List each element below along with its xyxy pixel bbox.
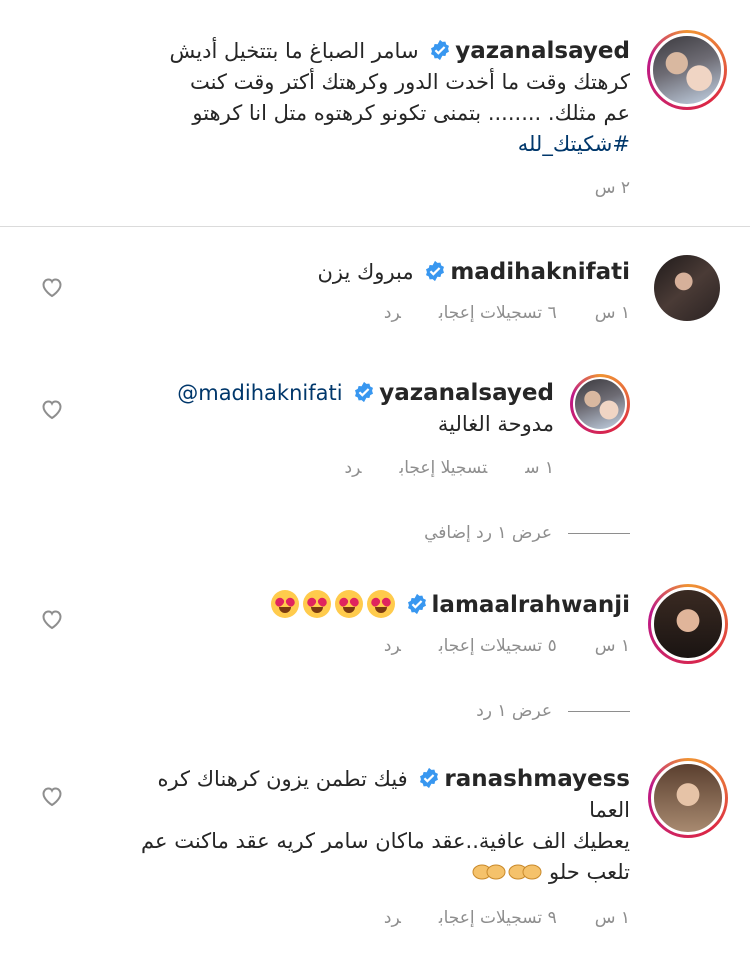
verified-badge-icon [426,260,445,282]
comment-body: ranashmayess فيك تطمن يزون كرهناك كره ال… [70,764,630,888]
heart-eyes-emoji-icon [366,590,395,618]
comment-text: فيك تطمن يزون كرهناك كره [157,767,408,791]
heart-eyes-emoji-icon [270,590,299,618]
avatar[interactable] [648,584,728,664]
reply-button[interactable]: رد [384,636,401,656]
reply-button[interactable]: رد [384,303,401,323]
username[interactable]: yazanalsayed [379,380,554,406]
comment-meta: ١ س تسجيلا إعجاب رد [307,458,554,478]
avatar[interactable] [648,758,728,838]
view-replies-label: عرض ١ رد [476,701,552,721]
caption-text: yazanalsayed سامر الصباغ ما بتتخيل أديش … [110,36,630,160]
username[interactable]: yazanalsayed [455,38,630,64]
post-caption: yazanalsayed سامر الصباغ ما بتتخيل أديش … [0,0,750,226]
avatar[interactable] [654,255,720,321]
heart-icon[interactable] [40,398,64,420]
comment-text: مبروك يزن [317,260,414,284]
clapping-hands-emoji-icon [472,864,506,880]
divider-line [568,710,630,712]
view-replies-button[interactable]: عرض ١ رد [476,701,630,721]
heart-icon[interactable] [40,785,64,807]
caption-line: سامر الصباغ ما بتتخيل أديش [169,39,419,63]
heart-eyes-emoji-icon [302,590,331,618]
heart-icon[interactable] [40,276,64,298]
timestamp: ١ س [594,636,630,656]
heart-icon[interactable] [40,608,64,630]
hashtag-link[interactable]: #شكيتك_لله [110,129,630,160]
avatar[interactable] [570,374,630,434]
verified-badge-icon [407,593,426,615]
verified-badge-icon [431,39,450,61]
comment-body: lamaalrahwanji [110,590,630,621]
comment-text: العما [589,798,630,822]
view-replies-button[interactable]: عرض ١ رد إضافي [424,523,630,543]
comment-text: مدوحة الغالية [437,412,554,436]
comment-text: يعطيك الف عافية..عقد ماكان سامر كريه عقد… [141,829,630,853]
divider [0,226,750,227]
likes-count[interactable]: تسجيلا إعجاب [400,458,488,478]
mention-link[interactable]: @madihaknifati [177,381,342,405]
reply-button[interactable]: رد [384,908,401,928]
comment-text: تلعب حلو [548,860,630,884]
divider-line [568,532,630,534]
username[interactable]: madihaknifati [450,259,630,285]
timestamp: ١ س [594,908,630,928]
likes-count[interactable]: ٦ تسجيلات إعجاب [439,303,557,323]
reply-button[interactable]: رد [345,458,362,478]
comment-meta: ١ س ٥ تسجيلات إعجاب رد [346,636,630,656]
comment-body: yazanalsayed @madihaknifati مدوحة الغالي… [104,378,554,440]
comment-meta: ١ س ٦ تسجيلات إعجاب رد [346,303,630,323]
username[interactable]: lamaalrahwanji [432,592,630,618]
timestamp: ٢ س [594,178,630,198]
avatar[interactable] [647,30,727,110]
heart-eyes-emoji-icon [334,590,363,618]
clapping-hands-emoji-icon [508,864,542,880]
verified-badge-icon [420,767,439,789]
username[interactable]: ranashmayess [444,766,630,792]
likes-count[interactable]: ٩ تسجيلات إعجاب [439,908,557,928]
comment-body: madihaknifati مبروك يزن [110,257,630,288]
caption-line: كرهتك وقت ما أخدت الدور وكرهتك أكتر وقت … [189,70,630,94]
verified-badge-icon [355,381,374,403]
timestamp: ١ س [594,303,630,323]
likes-count[interactable]: ٥ تسجيلات إعجاب [439,636,557,656]
caption-time: ٢ س [557,178,630,198]
caption-line: عم مثلك. ........ بتمنى تكونو كرهتوه متل… [192,101,630,125]
view-replies-label: عرض ١ رد إضافي [424,523,552,543]
timestamp: ١ س [525,458,554,478]
comment-meta: ١ س ٩ تسجيلات إعجاب رد [346,908,630,928]
